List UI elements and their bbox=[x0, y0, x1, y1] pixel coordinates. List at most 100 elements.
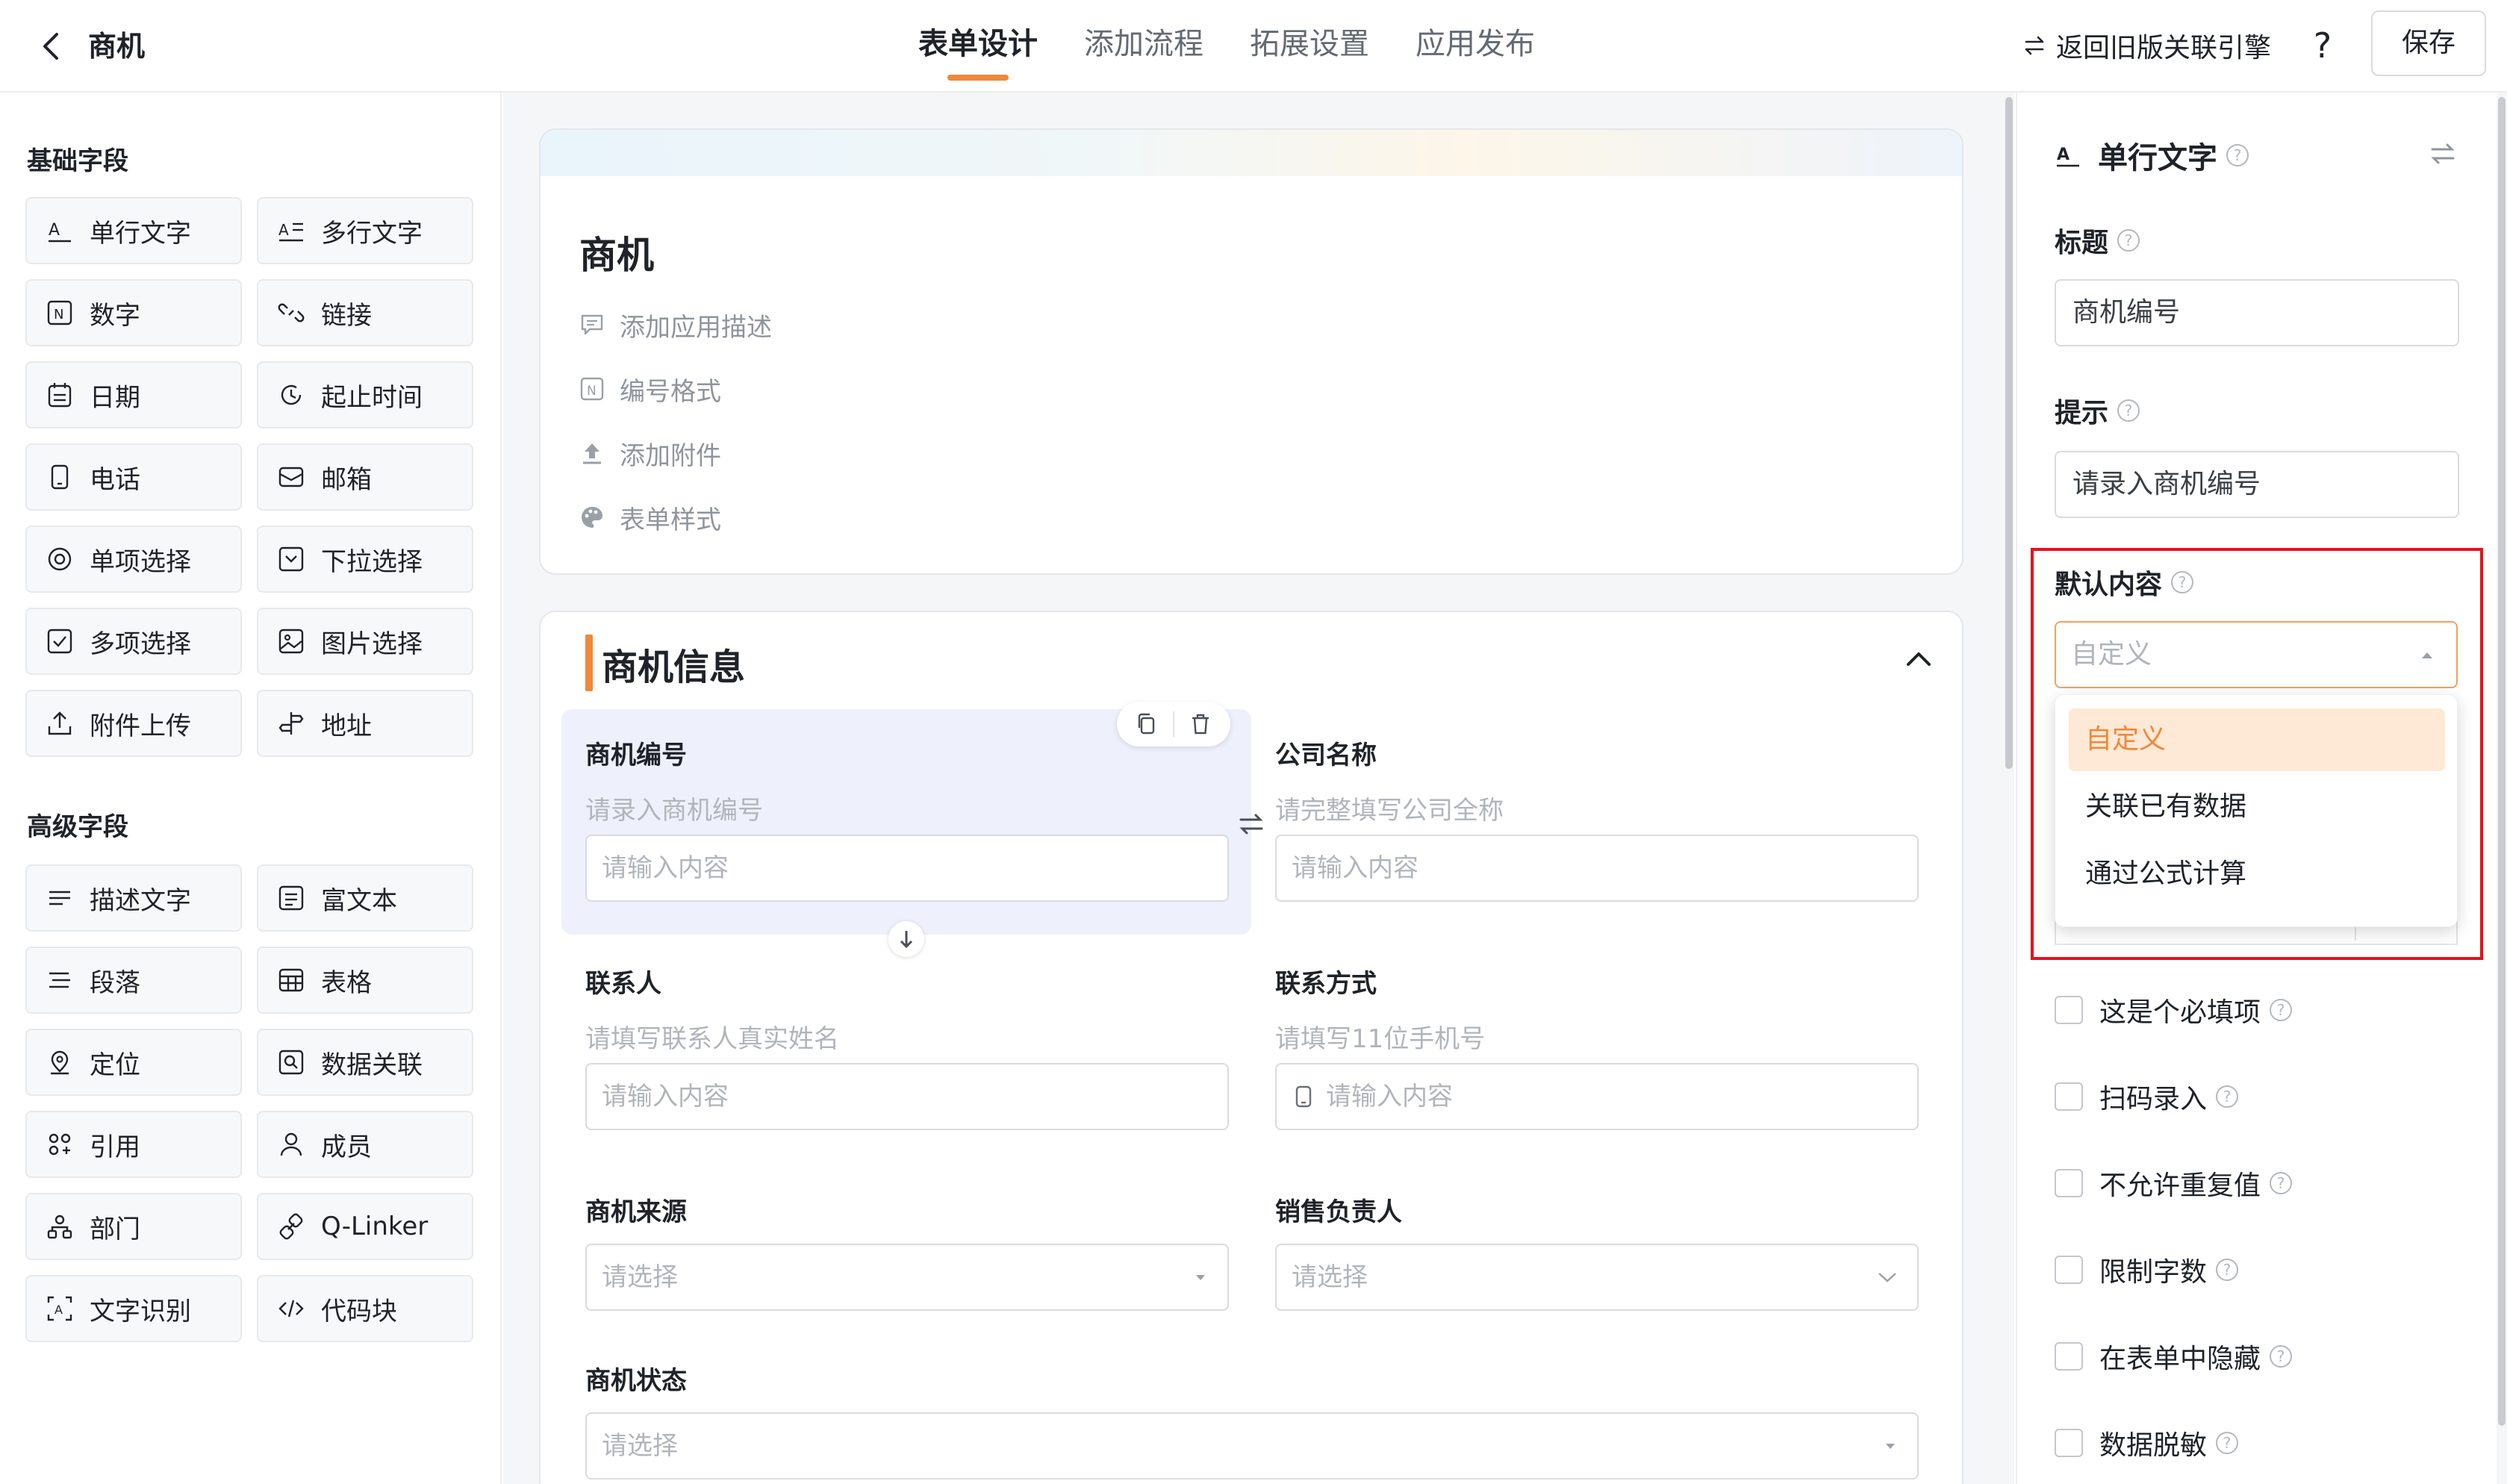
number-format[interactable]: N 编号格式 bbox=[579, 370, 721, 408]
field-hint: 请录入商机编号 bbox=[585, 796, 763, 826]
phone-icon bbox=[51, 464, 69, 490]
checkbox-label: 扫码录入 bbox=[2099, 1084, 2208, 1114]
field-single-line-text[interactable]: A 单行文字 bbox=[25, 197, 242, 264]
help-circle-icon[interactable]: ? bbox=[2270, 1172, 2293, 1194]
checkbox-box[interactable] bbox=[2055, 1082, 2083, 1111]
checkbox-label: 不允许重复值 bbox=[2099, 1170, 2261, 1201]
field-label: 邮箱 bbox=[321, 464, 372, 495]
field-table[interactable]: 表格 bbox=[257, 947, 473, 1014]
checkbox-box[interactable] bbox=[2055, 1342, 2083, 1371]
rich-text-icon bbox=[278, 885, 304, 911]
save-button[interactable]: 保存 bbox=[2371, 10, 2486, 76]
add-attachment[interactable]: 添加附件 bbox=[579, 434, 721, 472]
help-circle-icon[interactable]: ? bbox=[2226, 144, 2249, 166]
app-title: 商机 bbox=[88, 30, 146, 63]
field-multi-line-text[interactable]: A 多行文字 bbox=[257, 197, 473, 264]
chevron-up-icon[interactable] bbox=[1902, 643, 1935, 676]
svg-text:N: N bbox=[587, 384, 597, 399]
field-time-range[interactable]: 起止时间 bbox=[257, 361, 473, 428]
help-circle-icon[interactable]: ? bbox=[2216, 1085, 2239, 1108]
field-select[interactable]: 请选择 bbox=[585, 1244, 1229, 1311]
field-date[interactable]: 日期 bbox=[25, 361, 242, 428]
tab-form-design[interactable]: 表单设计 bbox=[918, 18, 1038, 75]
field-paragraph[interactable]: 段落 bbox=[25, 947, 242, 1014]
field-department[interactable]: 部门 bbox=[25, 1193, 242, 1260]
field-code-block[interactable]: 代码块 bbox=[257, 1275, 473, 1342]
field-label: 部门 bbox=[90, 1214, 140, 1244]
hint-input[interactable]: 请录入商机编号 bbox=[2055, 451, 2459, 518]
help-button[interactable]: ? bbox=[2304, 19, 2341, 72]
svg-text:A: A bbox=[2057, 146, 2070, 164]
tab-app-publish[interactable]: 应用发布 bbox=[1416, 18, 1535, 75]
delete-icon[interactable] bbox=[1188, 711, 1213, 737]
field-label: 单项选择 bbox=[90, 546, 191, 577]
tab-add-workflow[interactable]: 添加流程 bbox=[1084, 18, 1203, 75]
field-single-choice[interactable]: 单项选择 bbox=[25, 526, 242, 593]
field-input[interactable]: 请输入内容 bbox=[585, 1063, 1229, 1130]
field-description[interactable]: 描述文字 bbox=[25, 864, 242, 932]
ocr-icon: A bbox=[47, 1296, 72, 1321]
add-app-description[interactable]: 添加应用描述 bbox=[579, 306, 772, 343]
checkbox-no-duplicates[interactable]: 不允许重复值 ? bbox=[2055, 1165, 2293, 1202]
field-location[interactable]: 定位 bbox=[25, 1029, 242, 1096]
field-dropdown[interactable]: 下拉选择 bbox=[257, 526, 473, 593]
field-phone[interactable]: 电话 bbox=[25, 443, 242, 511]
checkbox-box[interactable] bbox=[2055, 1169, 2083, 1197]
field-input[interactable]: 请输入内容 bbox=[585, 835, 1229, 902]
checkbox-box[interactable] bbox=[2055, 996, 2083, 1024]
switch-field-type-icon[interactable] bbox=[2428, 139, 2458, 169]
checkbox-limit-chars[interactable]: 限制字数 ? bbox=[2055, 1251, 2239, 1288]
field-label: 商机来源 bbox=[585, 1197, 687, 1227]
field-email[interactable]: 邮箱 bbox=[257, 443, 473, 511]
field-input[interactable]: 请输入内容 bbox=[1275, 835, 1919, 902]
field-address[interactable]: 地址 bbox=[257, 690, 473, 757]
help-circle-icon[interactable]: ? bbox=[2270, 1345, 2293, 1368]
field-number[interactable]: N 数字 bbox=[25, 279, 242, 346]
return-old-engine-link[interactable]: 返回旧版关联引擎 bbox=[2022, 22, 2271, 69]
title-input[interactable]: 商机编号 bbox=[2055, 279, 2459, 346]
checkbox-scan-input[interactable]: 扫码录入 ? bbox=[2055, 1078, 2239, 1115]
help-circle-icon[interactable]: ? bbox=[2270, 999, 2293, 1021]
checkbox-data-masking[interactable]: 数据脱敏 ? bbox=[2055, 1424, 2239, 1462]
field-link[interactable]: 链接 bbox=[257, 279, 473, 346]
field-input[interactable]: 请输入内容 bbox=[1275, 1063, 1919, 1130]
field-ocr[interactable]: A 文字识别 bbox=[25, 1275, 242, 1342]
field-select[interactable]: 请选择 bbox=[1275, 1244, 1919, 1311]
field-image-select[interactable]: 图片选择 bbox=[257, 608, 473, 675]
form-style[interactable]: 表单样式 bbox=[579, 499, 721, 536]
section-title[interactable]: 商机信息 bbox=[602, 637, 745, 690]
comment-icon bbox=[581, 314, 603, 335]
caret-down-icon bbox=[1196, 1275, 1205, 1280]
move-down-button[interactable] bbox=[888, 921, 924, 957]
property-panel-scrollbar-thumb[interactable] bbox=[2498, 97, 2506, 1426]
canvas-scrollbar-thumb[interactable] bbox=[2005, 97, 2013, 769]
tab-extension-settings[interactable]: 拓展设置 bbox=[1250, 18, 1369, 75]
field-rich-text[interactable]: 富文本 bbox=[257, 864, 473, 932]
back-button[interactable] bbox=[30, 24, 75, 69]
phone-icon bbox=[1295, 1085, 1312, 1108]
checkbox-required[interactable]: 这是个必填项 ? bbox=[2055, 991, 2293, 1029]
help-circle-icon[interactable]: ? bbox=[2117, 229, 2140, 252]
checkbox-box[interactable] bbox=[2055, 1429, 2083, 1457]
form-title[interactable]: 商机 bbox=[579, 225, 654, 279]
swap-position-icon[interactable] bbox=[1235, 808, 1268, 841]
copy-icon[interactable] bbox=[1134, 711, 1159, 737]
field-q-linker[interactable]: Q-Linker bbox=[257, 1193, 473, 1260]
field-member[interactable]: 成员 bbox=[257, 1111, 473, 1178]
field-multi-choice[interactable]: 多项选择 bbox=[25, 608, 242, 675]
help-circle-icon[interactable]: ? bbox=[2216, 1432, 2239, 1454]
field-data-link[interactable]: 数据关联 bbox=[257, 1029, 473, 1096]
help-circle-icon[interactable]: ? bbox=[2117, 399, 2140, 422]
basic-fields-title: 基础字段 bbox=[27, 146, 128, 176]
checkbox-hide-in-form[interactable]: 在表单中隐藏 ? bbox=[2055, 1338, 2293, 1375]
checkbox-box[interactable] bbox=[2055, 1256, 2083, 1284]
field-attachment-upload[interactable]: 附件上传 bbox=[25, 690, 242, 757]
field-label: 单行文字 bbox=[90, 218, 191, 249]
field-label: 表格 bbox=[321, 967, 372, 998]
field-select[interactable]: 请选择 bbox=[585, 1412, 1919, 1480]
property-panel-scrollbar[interactable] bbox=[2497, 93, 2507, 1484]
toolbar-divider bbox=[1173, 711, 1174, 737]
hint-label-text: 提示 bbox=[2055, 398, 2109, 428]
field-reference[interactable]: 引用 bbox=[25, 1111, 242, 1178]
help-circle-icon[interactable]: ? bbox=[2216, 1259, 2239, 1281]
